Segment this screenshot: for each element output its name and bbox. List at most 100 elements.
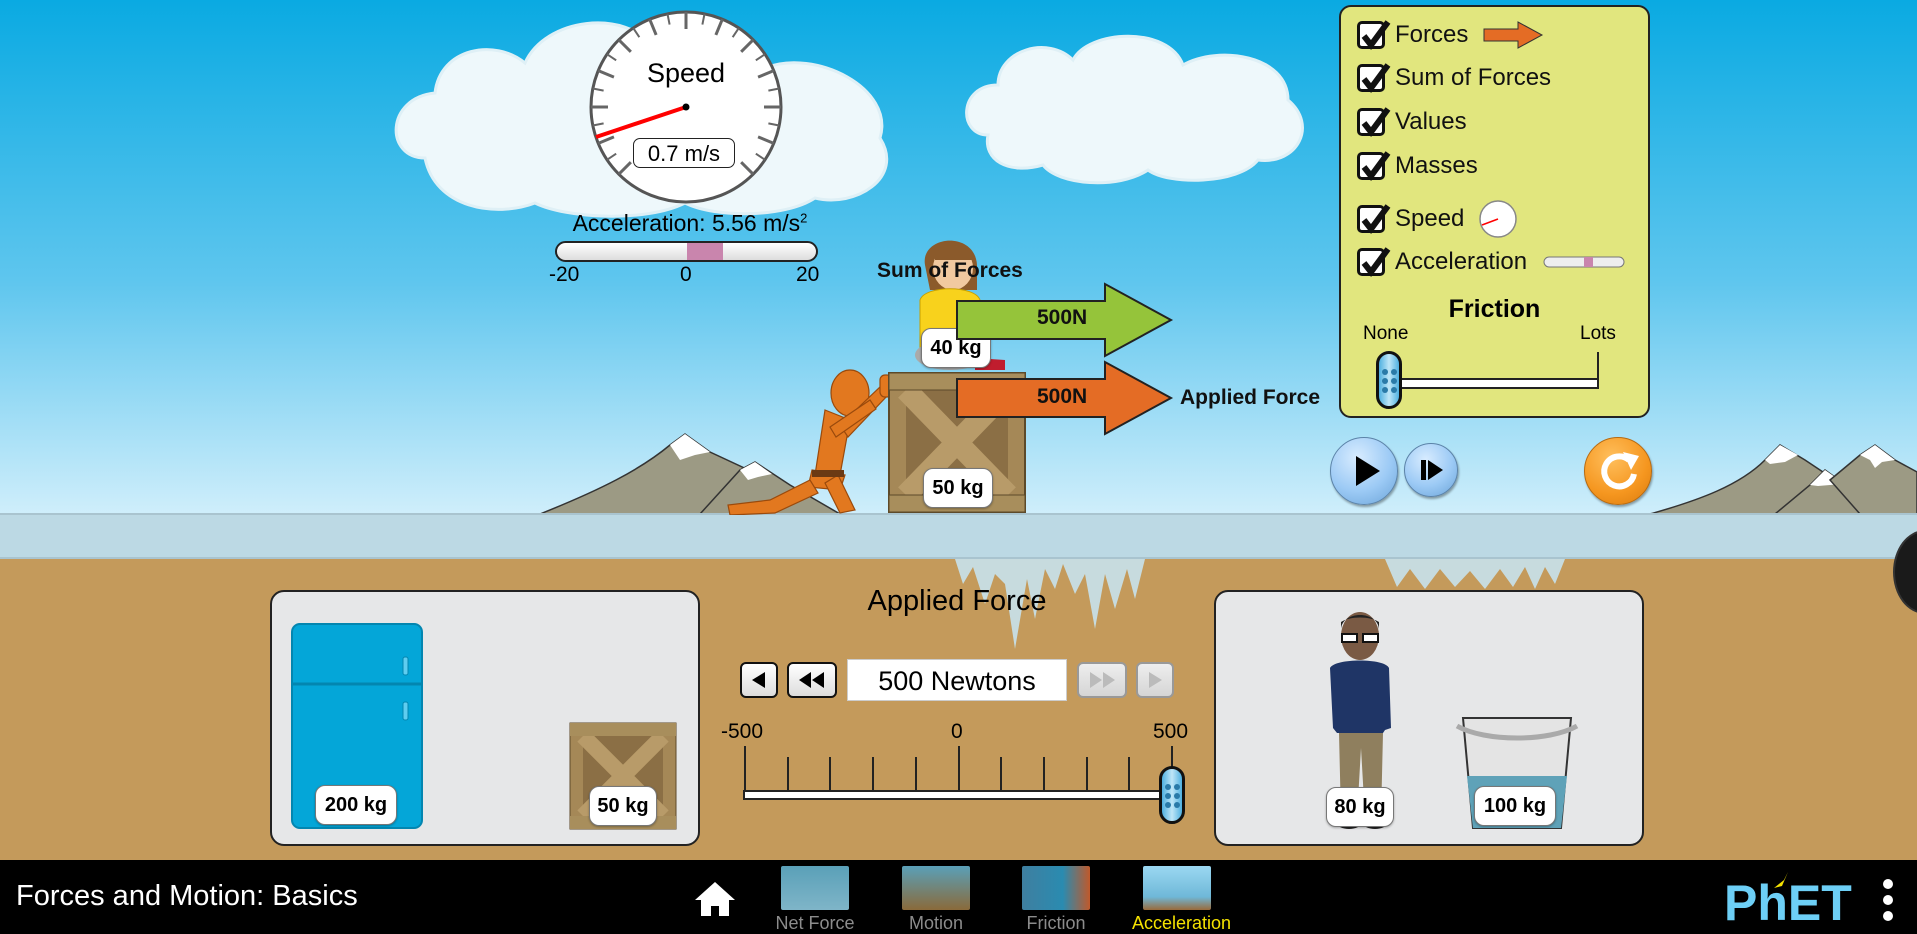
- friction-min-label: None: [1363, 323, 1409, 344]
- step-forward-icon: [1421, 460, 1443, 480]
- play-button[interactable]: [1330, 437, 1398, 505]
- step-forward-button[interactable]: [1404, 443, 1458, 497]
- force-arrow-icon: [1483, 21, 1544, 49]
- speedometer-icon: [1479, 200, 1518, 238]
- forces-checkbox-row[interactable]: Forces: [1357, 20, 1544, 50]
- forces-checkbox[interactable]: [1357, 20, 1391, 50]
- cloud: [965, 34, 1304, 185]
- applied-force-tick: [1128, 757, 1131, 792]
- pusher-figure[interactable]: [720, 365, 895, 515]
- screen-tab-motion[interactable]: Motion: [891, 866, 981, 934]
- reset-all-button[interactable]: [1584, 437, 1652, 505]
- applied-force-tick: [872, 757, 875, 792]
- kebab-menu-icon[interactable]: [1878, 876, 1898, 926]
- sum-of-forces-value: 500N: [1037, 306, 1088, 329]
- checkmark-icon: [1361, 20, 1391, 50]
- decrement-button[interactable]: [740, 662, 778, 698]
- acceleration-tick-label: 0: [680, 263, 692, 286]
- applied-force-arrow-label: Applied Force: [1180, 386, 1321, 409]
- control-panel: Forces Sum of Forces Values Masses Speed…: [1339, 5, 1650, 418]
- values-checkbox[interactable]: [1357, 107, 1391, 137]
- applied-force-tick-label: -500: [721, 720, 764, 743]
- screen-tab-acceleration[interactable]: Acceleration: [1132, 866, 1232, 934]
- applied-force-tick: [1042, 757, 1045, 792]
- screen-tab-net-force[interactable]: Net Force: [770, 866, 860, 934]
- applied-force-tick: [957, 746, 960, 792]
- speedometer: [589, 10, 783, 204]
- acceleration-thumbnail-icon: [1143, 866, 1211, 910]
- increment-button[interactable]: [1136, 662, 1174, 698]
- friction-thumbnail-icon: [1022, 866, 1090, 910]
- speed-checkbox[interactable]: [1357, 204, 1391, 234]
- checkmark-icon: [1361, 247, 1391, 277]
- checkbox-label: Masses: [1395, 152, 1478, 179]
- applied-force-tick: [914, 757, 917, 792]
- checkbox-label: Values: [1395, 108, 1467, 135]
- navigation-bar: Forces and Motion: Basics Net Force Moti…: [0, 858, 1917, 934]
- applied-force-tick: [1085, 757, 1088, 792]
- applied-force-value-field[interactable]: 500 Newtons: [847, 659, 1067, 701]
- water-bucket-mass-label: 100 kg: [1474, 786, 1556, 826]
- speedometer-title: Speed: [646, 58, 726, 88]
- applied-force-slider-track[interactable]: [743, 790, 1173, 800]
- screen-tab-friction[interactable]: Friction: [1011, 866, 1101, 934]
- checkbox-label: Speed: [1395, 205, 1465, 232]
- applied-force-slider-thumb[interactable]: [1159, 766, 1185, 824]
- speed-readout: 0.7 m/s: [633, 138, 735, 168]
- screen-tab-label: Acceleration: [1132, 913, 1232, 933]
- crate-mass-label: 50 kg: [589, 786, 657, 826]
- app-title: Forces and Motion: Basics: [16, 880, 358, 912]
- play-icon: [1356, 456, 1380, 486]
- applied-force-tick: [744, 746, 746, 792]
- masses-checkbox[interactable]: [1357, 151, 1391, 181]
- applied-force-tick: [786, 757, 789, 792]
- friction-max-label: Lots: [1580, 323, 1616, 344]
- values-checkbox-row[interactable]: Values: [1357, 107, 1467, 137]
- screen-tab-label: Motion: [908, 913, 964, 933]
- sum-of-forces-checkbox-row[interactable]: Sum of Forces: [1357, 63, 1552, 93]
- acceleration-exponent: 2: [800, 210, 808, 226]
- triangle-left-icon: [752, 672, 765, 688]
- checkmark-icon: [1361, 151, 1391, 181]
- decrement-large-button[interactable]: [787, 662, 837, 698]
- sum-of-forces-checkbox[interactable]: [1357, 63, 1391, 93]
- friction-slider-thumb[interactable]: [1376, 351, 1402, 409]
- applied-force-tick-label: 0: [951, 720, 963, 743]
- friction-slider-track[interactable]: [1389, 378, 1599, 389]
- friction-slider-tick: [1597, 352, 1599, 384]
- applied-force-value: 500N: [1037, 385, 1088, 408]
- refrigerator-mass-label: 200 kg: [315, 785, 397, 825]
- svg-text:PhET: PhET: [1724, 875, 1852, 928]
- acceleration-label-prefix: Acceleration:: [572, 210, 712, 236]
- reset-icon: [1601, 452, 1639, 490]
- acceleration-meter-icon: [1543, 256, 1625, 268]
- checkmark-icon: [1361, 63, 1391, 93]
- increment-large-button[interactable]: [1077, 662, 1127, 698]
- acceleration-meter-fill: [686, 243, 723, 260]
- screen-tab-label: Friction: [1026, 913, 1086, 933]
- checkbox-label: Sum of Forces: [1395, 64, 1552, 91]
- man-mass-label: 80 kg: [1326, 787, 1394, 827]
- acceleration-checkbox-row[interactable]: Acceleration: [1357, 247, 1625, 277]
- acceleration-value: 5.56 m/s: [711, 210, 801, 236]
- phet-logo[interactable]: PhET: [1722, 868, 1872, 928]
- checkmark-icon: [1361, 204, 1391, 234]
- masses-checkbox-row[interactable]: Masses: [1357, 151, 1478, 181]
- applied-force-tick-label: 500: [1153, 720, 1189, 743]
- applied-force-tick: [1000, 757, 1003, 792]
- friction-title: Friction: [1448, 295, 1541, 323]
- mountains: [1649, 444, 1917, 514]
- acceleration-label: Acceleration: 5.56 m/s2: [540, 210, 840, 237]
- applied-force-title: Applied Force: [867, 585, 1047, 617]
- screen-tab-label: Net Force: [775, 913, 855, 933]
- acceleration-checkbox[interactable]: [1357, 247, 1391, 277]
- applied-force-tick: [829, 757, 832, 792]
- right-object-tray: [1214, 590, 1644, 846]
- motion-thumbnail-icon: [902, 866, 970, 910]
- checkbox-label: Forces: [1395, 21, 1469, 48]
- checkbox-label: Acceleration: [1395, 248, 1528, 275]
- speed-checkbox-row[interactable]: Speed: [1357, 199, 1518, 239]
- ice-track: [0, 513, 1917, 559]
- icicles: [1385, 559, 1565, 589]
- home-icon[interactable]: [693, 880, 737, 918]
